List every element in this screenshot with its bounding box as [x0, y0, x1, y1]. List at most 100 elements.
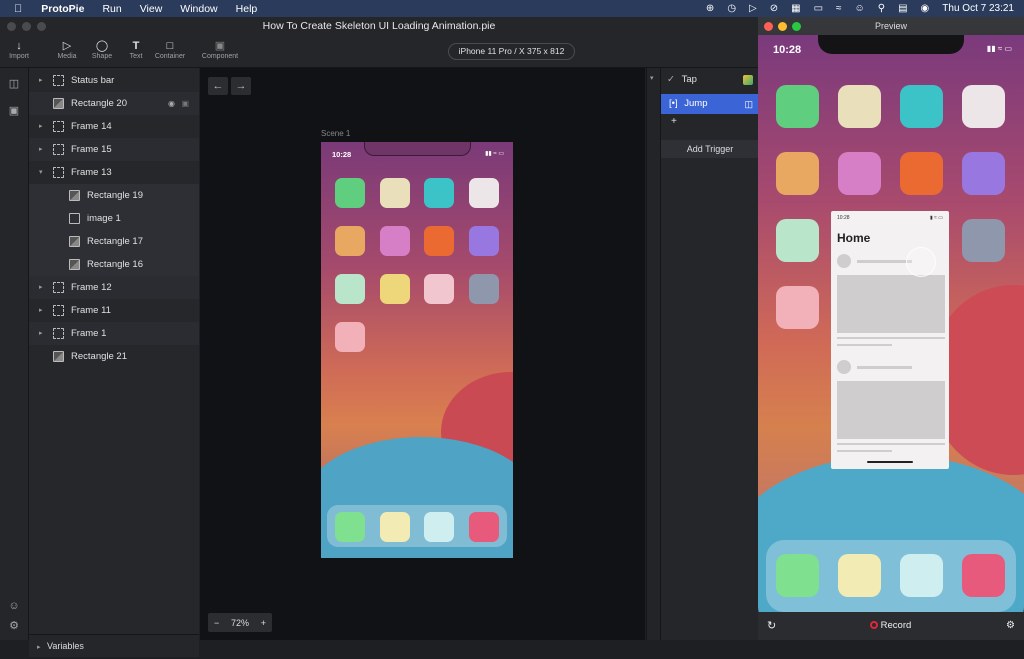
app-icon[interactable] — [468, 512, 499, 542]
layer-row[interactable]: ▾ Frame 13 — [29, 161, 199, 184]
preview-settings-icon[interactable]: ⚙ — [1006, 612, 1015, 640]
app-icon[interactable] — [776, 152, 819, 195]
user-icon[interactable]: ☺ — [855, 3, 865, 14]
layers-panel-icon[interactable]: ◫ — [8, 78, 20, 90]
layer-row[interactable]: ▸ Status bar — [29, 69, 199, 92]
component-button[interactable]: ▣ Component — [200, 39, 240, 60]
shape-button[interactable]: ◯ Shape — [84, 39, 120, 60]
close-button[interactable] — [7, 22, 16, 31]
menu-run[interactable]: Run — [93, 3, 130, 15]
menu-app-name[interactable]: ProtoPie — [32, 3, 93, 15]
app-icon[interactable] — [424, 226, 454, 256]
layer-row[interactable]: ▸ Frame 15 — [29, 138, 199, 161]
app-icon[interactable] — [900, 152, 943, 195]
app-icon[interactable] — [379, 226, 410, 256]
menu-window[interactable]: Window — [171, 3, 226, 15]
layer-row[interactable]: ▸ Frame 12 — [29, 276, 199, 299]
add-trigger-button[interactable]: Add Trigger — [661, 140, 759, 158]
control-center-icon[interactable]: ▤ — [898, 3, 907, 14]
expand-arrow-icon[interactable]: ▸ — [39, 115, 43, 138]
play-icon[interactable]: ▷ — [749, 3, 757, 14]
app-icon[interactable] — [424, 274, 454, 304]
app-icon[interactable] — [379, 274, 410, 304]
reload-icon[interactable]: ↻ — [767, 612, 776, 640]
app-icon[interactable] — [962, 219, 1005, 262]
layer-row[interactable]: ▸ Frame 14 — [29, 115, 199, 138]
forward-arrow-icon[interactable]: → — [231, 77, 251, 95]
app-icon[interactable] — [424, 178, 454, 208]
app-icon[interactable] — [335, 226, 365, 256]
app-icon[interactable] — [468, 178, 499, 208]
response-jump[interactable]: [•] Jump ◫ — [661, 94, 759, 114]
app-icon[interactable] — [962, 85, 1005, 128]
crosshair-icon[interactable]: ⊕ — [706, 3, 714, 14]
app-icon[interactable] — [838, 85, 881, 128]
expand-arrow-icon[interactable]: ▸ — [39, 276, 43, 299]
lock-icon[interactable]: ▣ — [181, 92, 189, 115]
layer-row[interactable]: ▸ Frame 1 — [29, 322, 199, 345]
app-icon[interactable] — [776, 85, 819, 128]
scene-phone-frame[interactable]: 10:28 ▮▮ ≈ ▭ — [321, 142, 513, 558]
app-icon[interactable] — [776, 219, 819, 262]
import-button[interactable]: ↓ Import — [1, 39, 37, 60]
grid-icon[interactable]: ▦ — [791, 3, 800, 14]
app-icon[interactable] — [776, 286, 819, 329]
expand-arrow-icon[interactable]: ▸ — [39, 138, 43, 161]
settings-icon[interactable]: ⚙ — [8, 620, 20, 632]
expand-arrow-icon[interactable]: ▾ — [39, 161, 43, 184]
zoom-level[interactable]: 72% — [231, 618, 249, 628]
dock-app-icon[interactable] — [838, 554, 881, 597]
expand-arrow-icon[interactable]: ▸ — [39, 322, 43, 345]
expand-arrow-icon[interactable]: ▸ — [39, 299, 43, 322]
preview-minimize-button[interactable] — [778, 22, 787, 31]
add-response-button[interactable]: + — [671, 116, 677, 127]
app-icon[interactable] — [900, 85, 943, 128]
zoom-out-button[interactable]: − — [214, 618, 219, 628]
account-icon[interactable]: ☺ — [8, 600, 20, 612]
app-icon[interactable] — [379, 512, 410, 542]
preview-close-button[interactable] — [764, 22, 773, 31]
media-button[interactable]: ▷ Media — [49, 39, 85, 60]
layer-row[interactable]: Rectangle 16 — [29, 253, 199, 276]
layer-row[interactable]: Rectangle 17 — [29, 230, 199, 253]
collapse-arrow-icon[interactable]: ▾ — [650, 74, 654, 82]
menu-help[interactable]: Help — [227, 3, 267, 15]
add-scene-icon[interactable]: ▣ — [8, 105, 20, 117]
app-icon[interactable] — [335, 512, 365, 542]
variables-bar[interactable]: ▸ Variables — [29, 634, 199, 657]
skeleton-loading-screen[interactable]: 10:28 ▮ ≈ ▭ Home — [831, 211, 949, 469]
layer-row[interactable]: image 1 — [29, 207, 199, 230]
minimize-button[interactable] — [22, 22, 31, 31]
app-icon[interactable] — [335, 274, 365, 304]
siri-icon[interactable]: ◉ — [921, 3, 930, 14]
preview-zoom-button[interactable] — [792, 22, 801, 31]
device-selector[interactable]: iPhone 11 Pro / X 375 x 812 — [448, 43, 575, 60]
expand-arrow-icon[interactable]: ▸ — [39, 69, 43, 92]
preview-screen[interactable]: 10:28 ▮▮ ≈ ▭ 10:28 ▮ ≈ ▭ Home — [758, 35, 1024, 628]
text-button[interactable]: T Text — [118, 39, 154, 60]
menu-view[interactable]: View — [131, 3, 172, 15]
dock-app-icon[interactable] — [962, 554, 1005, 597]
canvas-area[interactable]: ← → Scene 1 10:28 ▮▮ ≈ ▭ − 72% + — [200, 68, 645, 640]
app-icon[interactable] — [424, 512, 454, 542]
mic-off-icon[interactable]: ⊘ — [770, 3, 778, 14]
wifi-icon[interactable]: ≈ — [836, 3, 842, 14]
zoom-button[interactable] — [37, 22, 46, 31]
app-icon[interactable] — [335, 178, 365, 208]
app-icon[interactable] — [468, 226, 499, 256]
app-icon[interactable] — [379, 178, 410, 208]
layer-row[interactable]: Rectangle 19 — [29, 184, 199, 207]
container-button[interactable]: □ Container — [152, 39, 188, 60]
record-button[interactable]: Record — [870, 612, 911, 640]
dock-app-icon[interactable] — [776, 554, 819, 597]
back-arrow-icon[interactable]: ← — [208, 77, 228, 95]
app-icon[interactable] — [962, 152, 1005, 195]
battery-icon[interactable]: ▭ — [814, 3, 823, 14]
zoom-in-button[interactable]: + — [261, 618, 266, 628]
trigger-tap[interactable]: ✓ Tap — [661, 71, 759, 89]
spotlight-icon[interactable]: ⚲ — [878, 3, 885, 14]
layer-row[interactable]: Rectangle 21 — [29, 345, 199, 368]
apple-menu-icon[interactable]:  — [0, 3, 32, 15]
layer-row[interactable]: ▸ Frame 11 — [29, 299, 199, 322]
hidden-eye-icon[interactable]: ◉ — [168, 92, 175, 115]
